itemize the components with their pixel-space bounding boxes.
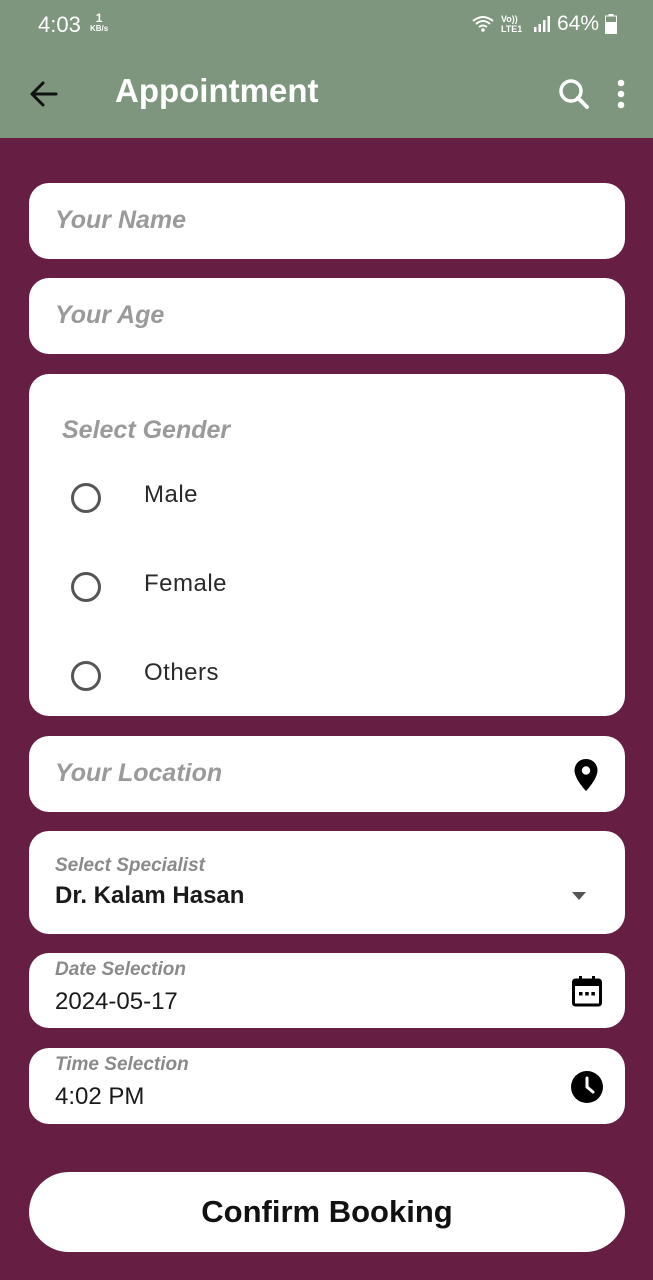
radio-unchecked-icon[interactable] — [71, 483, 101, 513]
wifi-icon — [472, 16, 494, 32]
radio-label: Others — [144, 659, 220, 686]
radio-label: Female — [144, 570, 228, 597]
specialist-label: Select Specialist — [55, 855, 205, 876]
signal-icon — [533, 16, 550, 32]
time-field[interactable]: Time Selection 4:02 PM — [29, 1048, 625, 1124]
radio-option-male[interactable]: Male — [71, 475, 591, 531]
battery-icon — [605, 14, 617, 34]
location-field[interactable]: Your Location — [29, 736, 625, 812]
status-icons: Vo)) LTE1 64% — [471, 12, 617, 36]
search-button[interactable] — [556, 76, 592, 112]
status-bar: 4:03 1 KB/s Vo)) LTE1 64% — [0, 0, 653, 50]
time-label: Time Selection — [55, 1054, 189, 1075]
date-value: 2024-05-17 — [55, 988, 178, 1015]
date-label: Date Selection — [55, 959, 186, 980]
age-field[interactable]: Your Age — [29, 278, 625, 354]
name-placeholder: Your Name — [55, 206, 187, 234]
radio-option-female[interactable]: Female — [71, 564, 591, 620]
network-speed-value: 1 — [95, 11, 103, 25]
network-type: Vo)) LTE1 — [500, 14, 523, 34]
clock-icon[interactable] — [570, 1070, 604, 1104]
network-speed: 1 KB/s — [90, 12, 108, 33]
back-button[interactable] — [26, 76, 62, 112]
radio-unchecked-icon[interactable] — [71, 661, 101, 691]
app-bar: Appointment — [0, 50, 653, 138]
radio-label: Male — [144, 481, 199, 508]
specialist-value: Dr. Kalam Hasan — [55, 882, 245, 909]
dropdown-arrow-icon — [572, 892, 586, 900]
age-placeholder: Your Age — [55, 301, 165, 329]
battery-percent: 64% — [556, 12, 599, 35]
location-placeholder: Your Location — [55, 759, 223, 787]
status-time: 4:03 — [38, 12, 81, 37]
location-pin-icon[interactable] — [573, 758, 599, 792]
more-vert-icon — [617, 79, 625, 109]
time-value: 4:02 PM — [55, 1083, 145, 1110]
date-field[interactable]: Date Selection 2024-05-17 — [29, 953, 625, 1028]
gender-card: Select Gender Male Female Others — [29, 374, 625, 716]
search-icon — [559, 79, 589, 109]
radio-unchecked-icon[interactable] — [71, 572, 101, 602]
more-options-button[interactable] — [606, 76, 636, 112]
specialist-dropdown[interactable]: Select Specialist Dr. Kalam Hasan — [29, 831, 625, 934]
confirm-booking-button[interactable]: Confirm Booking — [29, 1172, 625, 1252]
radio-option-others[interactable]: Others — [71, 653, 591, 709]
name-field[interactable]: Your Name — [29, 183, 625, 259]
network-speed-unit: KB/s — [90, 24, 109, 33]
page-title: Appointment — [115, 72, 319, 109]
arrow-left-icon — [30, 81, 58, 107]
calendar-icon[interactable] — [571, 975, 603, 1007]
gender-title: Select Gender — [62, 416, 231, 444]
